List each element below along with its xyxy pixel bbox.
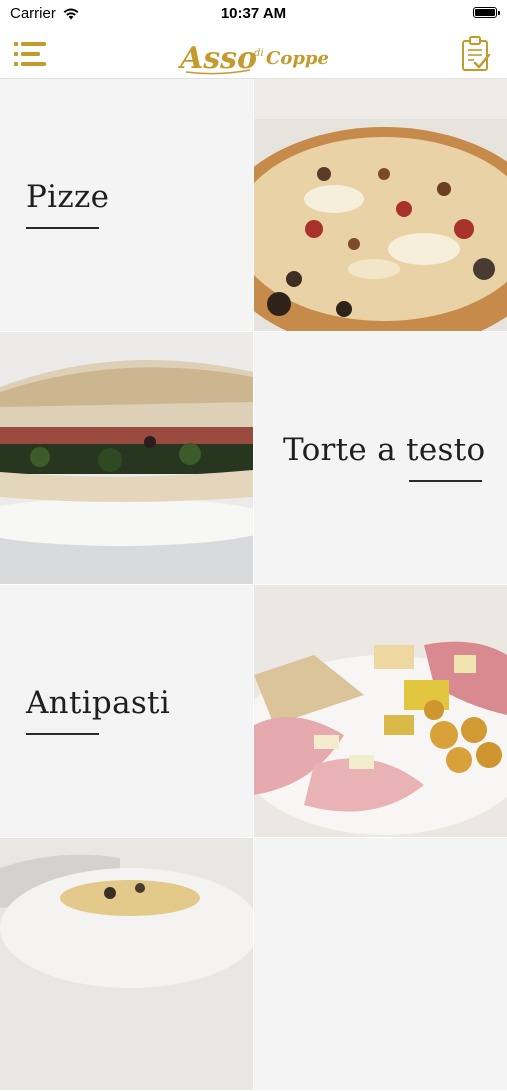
logo-text-di: di [254,48,264,59]
status-time: 10:37 AM [220,5,287,22]
pizza-photo[interactable] [254,79,507,331]
menu-button[interactable] [14,40,50,68]
antipasti-platter-photo[interactable] [254,585,507,837]
status-bar: Carrier 10:37 AM [0,0,507,28]
clipboard-check-icon [462,36,491,71]
nav-bar: Asso di Coppe [0,28,507,79]
category-title: Antipasti [26,685,171,721]
battery-cap [498,11,500,15]
category-next[interactable] [254,838,507,1090]
order-button[interactable] [461,36,491,72]
asso-di-coppe-logo: Asso di Coppe [177,30,329,78]
category-antipasti[interactable]: Antipasti [0,585,253,837]
logo-text-coppe: Coppe [266,48,328,69]
category-torte-a-testo[interactable]: Torte a testo [254,332,507,584]
pasta-photo[interactable] [0,838,253,1090]
category-title: Torte a testo [283,432,486,468]
torta-sandwich-photo[interactable] [0,332,253,584]
category-row: Pizze [0,79,507,332]
category-grid: Pizze Torte a testo Antipasti [0,79,507,1091]
battery-icon [473,7,500,18]
category-row [0,838,507,1091]
category-underline [26,733,99,735]
category-underline [26,227,99,229]
category-title: Pizze [26,179,110,215]
category-row: Torte a testo [0,332,507,585]
battery-fill [475,9,495,16]
category-underline [409,480,482,482]
menu-icon [14,42,46,66]
category-pizze[interactable]: Pizze [0,79,253,331]
category-row: Antipasti [0,585,507,838]
